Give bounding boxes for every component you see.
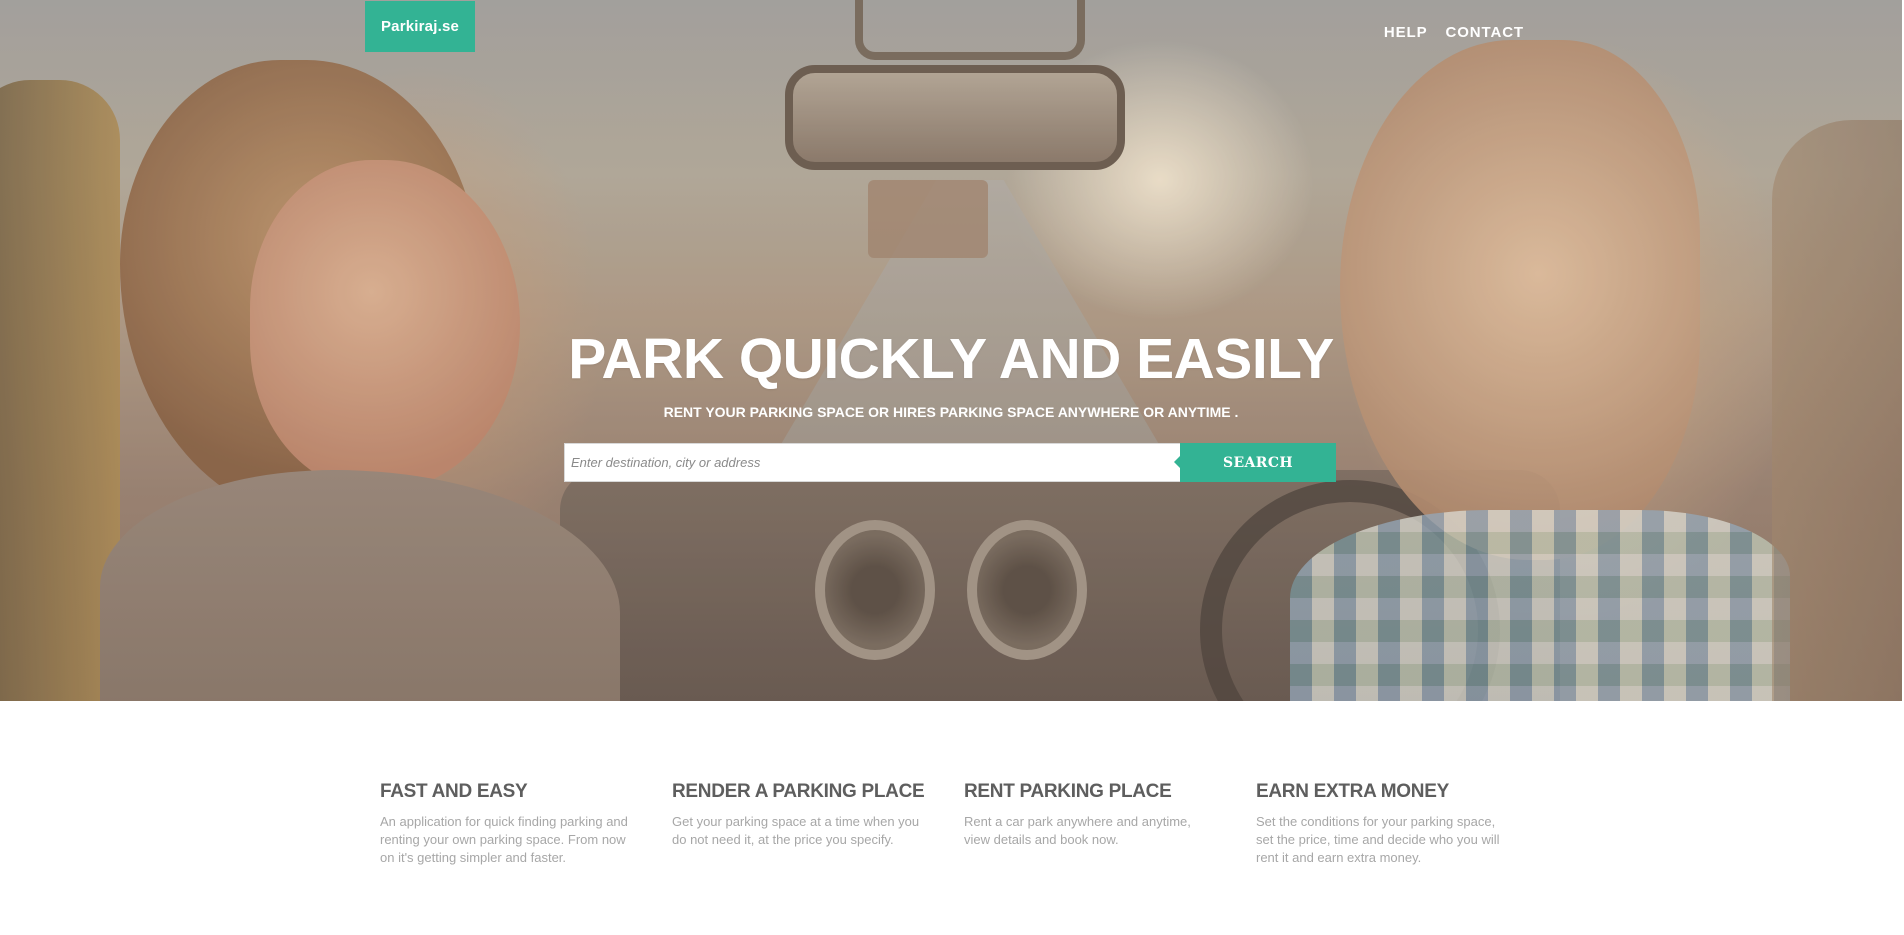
top-nav: HELP CONTACT [1384, 24, 1524, 41]
feature-title: FAST AND EASY [380, 781, 528, 802]
feature-title: EARN EXTRA MONEY [1256, 781, 1449, 802]
feature-text: Get your parking space at a time when yo… [672, 814, 920, 847]
nav-contact-link[interactable]: CONTACT [1445, 24, 1524, 41]
hero-section: Parkiraj.se HELP CONTACT PARK QUICKLY AN… [0, 0, 1902, 701]
feature-rent-parking-place: RENT PARKING PLACE Rent a car park anywh… [964, 781, 1256, 867]
feature-text: Rent a car park anywhere and anytime, vi… [964, 814, 1191, 847]
hero-subtitle: RENT YOUR PARKING SPACE OR HIRES PARKING… [663, 404, 1239, 420]
hero-title: PARK QUICKLY AND EASILY [568, 327, 1334, 391]
feature-text: An application for quick finding parking… [380, 814, 628, 865]
nav-help-link[interactable]: HELP [1384, 24, 1428, 41]
feature-render-parking-place: RENDER A PARKING PLACE Get your parking … [672, 781, 964, 867]
features-section: FAST AND EASY An application for quick f… [380, 781, 1548, 867]
search-button[interactable]: SEARCH [1174, 443, 1336, 482]
logo[interactable]: Parkiraj.se [365, 1, 475, 52]
search-bar: SEARCH [564, 443, 1336, 482]
feature-title: RENDER A PARKING PLACE [672, 781, 925, 802]
feature-earn-extra-money: EARN EXTRA MONEY Set the conditions for … [1256, 781, 1548, 867]
feature-fast-and-easy: FAST AND EASY An application for quick f… [380, 781, 672, 867]
feature-title: RENT PARKING PLACE [964, 781, 1172, 802]
feature-text: Set the conditions for your parking spac… [1256, 814, 1500, 865]
destination-search-input[interactable] [564, 443, 1180, 482]
